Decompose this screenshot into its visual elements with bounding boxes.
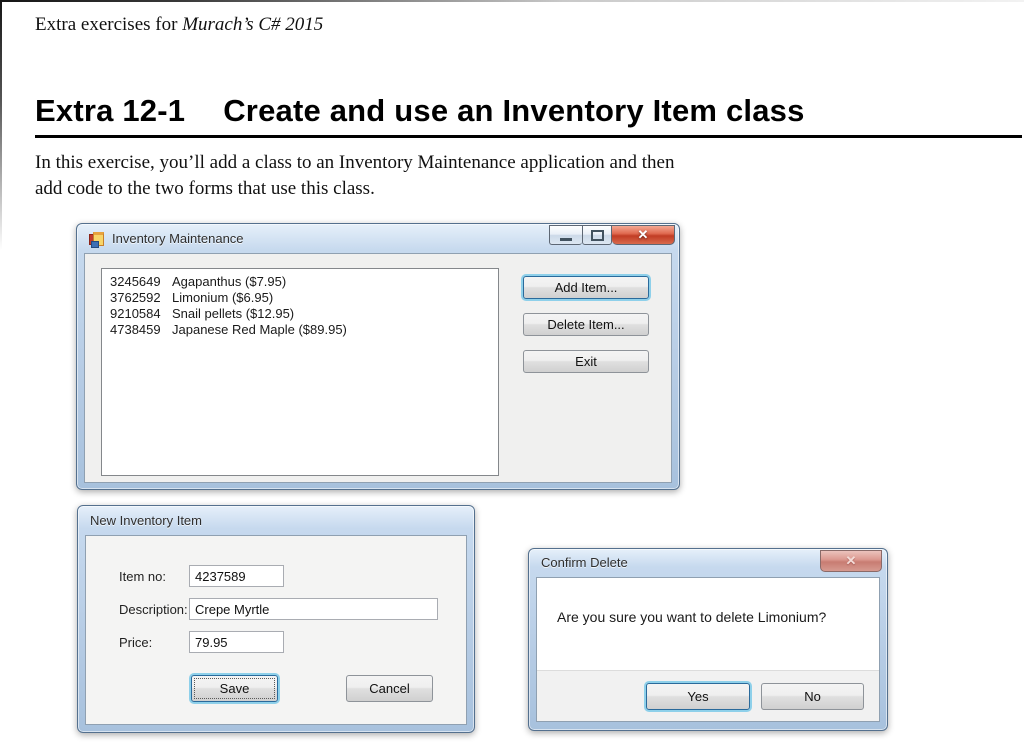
confirm-dialog-client: Are you sure you want to delete Limonium…: [536, 577, 880, 722]
list-item[interactable]: 9210584 Snail pellets ($12.95): [102, 306, 498, 322]
new-item-window-titlebar: New Inventory Item: [78, 506, 474, 535]
item-number: 3762592: [110, 290, 161, 305]
list-item[interactable]: 4738459 Japanese Red Maple ($89.95): [102, 322, 498, 338]
running-header: Extra exercises for Murach’s C# 2015: [35, 14, 323, 36]
cancel-button[interactable]: Cancel: [346, 675, 433, 702]
exit-button[interactable]: Exit: [523, 350, 649, 373]
confirm-delete-dialog: Confirm Delete ✕ Are you sure you want t…: [528, 548, 888, 731]
minimize-button[interactable]: [549, 225, 582, 245]
book-title: Murach’s C# 2015: [182, 14, 324, 35]
item-description: Snail pellets ($12.95): [172, 306, 295, 321]
inventory-window-title: Inventory Maintenance: [112, 231, 244, 246]
dialog-message: Are you sure you want to delete Limonium…: [557, 609, 827, 625]
item-no-field[interactable]: [189, 565, 284, 587]
inventory-listbox[interactable]: 3245649 Agapanthus ($7.95) 3762592 Limoniu…: [101, 268, 499, 476]
close-button[interactable]: ✕: [612, 225, 675, 245]
no-button[interactable]: No: [761, 682, 864, 710]
close-icon: ✕: [845, 553, 857, 568]
inventory-window-client: 3245649 Agapanthus ($7.95) 3762592 Limoniu…: [84, 253, 672, 483]
intro-line-2: add code to the two forms that use this …: [35, 178, 375, 199]
inventory-maintenance-window: Inventory Maintenance ✕ 3245649 Agapanthu…: [76, 223, 680, 490]
intro-line-1: In this exercise, you’ll add a class to …: [35, 152, 675, 173]
dialog-message-area: Are you sure you want to delete Limonium…: [537, 578, 879, 670]
running-header-prefix: Extra exercises for: [35, 14, 183, 35]
item-description: Japanese Red Maple ($89.95): [172, 322, 347, 337]
item-number: 9210584: [110, 306, 161, 321]
close-button-disabled[interactable]: ✕: [820, 550, 882, 572]
save-button[interactable]: Save: [191, 675, 278, 702]
page-edge-artifact-left: [0, 0, 2, 250]
yes-button[interactable]: Yes: [646, 682, 750, 710]
item-number: 4738459: [110, 322, 161, 337]
exercise-heading: Extra 12-1 Create and use an Inventory It…: [35, 93, 805, 129]
intro-paragraph: In this exercise, you’ll add a class to …: [35, 150, 674, 202]
maximize-button[interactable]: [582, 225, 612, 245]
item-description: Limonium ($6.95): [172, 290, 274, 305]
description-label: Description:: [119, 602, 188, 617]
item-description: Agapanthus ($7.95): [172, 274, 287, 289]
new-inventory-item-window: New Inventory Item Item no: Description:…: [77, 505, 475, 733]
new-item-window-title: New Inventory Item: [90, 513, 202, 528]
heading-rule: [35, 135, 1022, 138]
dialog-footer: Yes No: [537, 670, 879, 721]
app-icon: [89, 231, 105, 248]
list-item[interactable]: 3245649 Agapanthus ($7.95): [102, 274, 498, 290]
add-item-button[interactable]: Add Item...: [523, 276, 649, 299]
price-field[interactable]: [189, 631, 284, 653]
confirm-dialog-title: Confirm Delete: [541, 555, 628, 570]
dialog-caption-buttons: ✕: [820, 550, 882, 572]
new-item-window-client: Item no: Description: Price: Save Cancel: [85, 535, 467, 725]
description-field[interactable]: [189, 598, 438, 620]
item-no-label: Item no:: [119, 569, 166, 584]
exercise-title: Create and use an Inventory Item class: [223, 93, 805, 128]
list-item[interactable]: 3762592 Limonium ($6.95): [102, 290, 498, 306]
exercise-number: Extra 12-1: [35, 93, 186, 128]
close-icon: ✕: [637, 227, 649, 242]
document-page: Extra exercises for Murach’s C# 2015 Ext…: [0, 0, 1024, 748]
window-caption-buttons: ✕: [549, 225, 675, 245]
page-edge-artifact-top: [0, 0, 1024, 2]
price-label: Price:: [119, 635, 153, 650]
maximize-icon: [590, 229, 604, 241]
item-number: 3245649: [110, 274, 161, 289]
delete-item-button[interactable]: Delete Item...: [523, 313, 649, 336]
minimize-icon: [560, 237, 572, 241]
